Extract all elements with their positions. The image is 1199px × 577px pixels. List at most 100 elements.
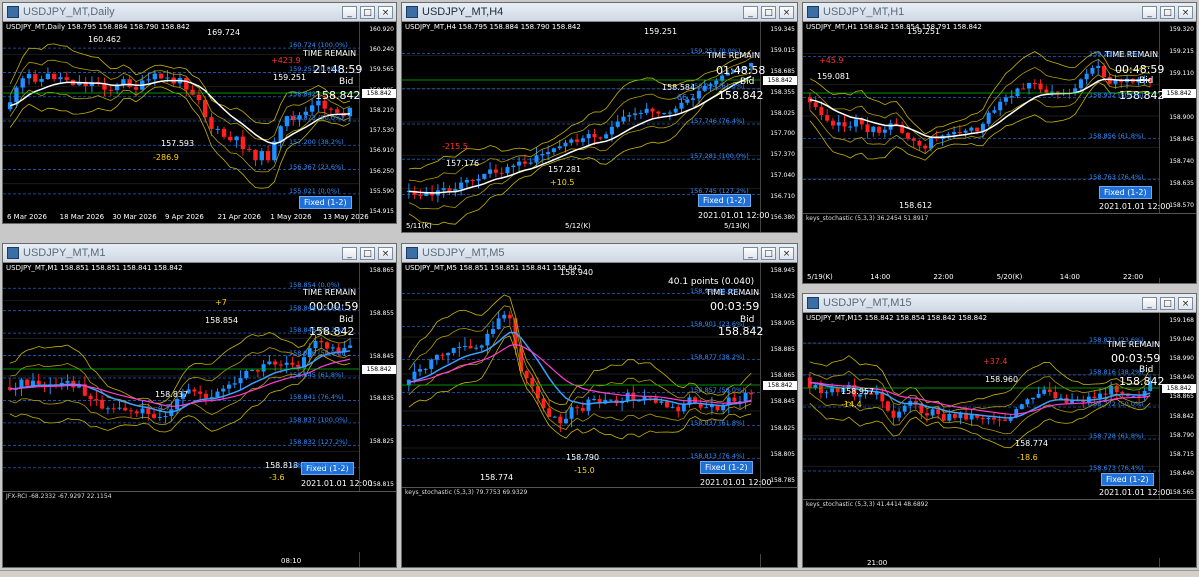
indicator-subwindow[interactable]: keys_stochastic (5,3,3) 79.7753 69.9329 [402, 487, 797, 554]
fixed-button[interactable]: Fixed (1-2) [700, 461, 753, 474]
candle-body [511, 165, 516, 168]
price-tick: 158.865 [369, 267, 394, 274]
title-bar[interactable]: USDJPY_MT,H4 _ □ × [402, 3, 797, 22]
price-tick: 158.715 [1169, 450, 1194, 458]
bid-label: Bid [339, 315, 354, 325]
fixed-button[interactable]: Fixed (1-2) [1101, 473, 1154, 486]
time-axis-label: 18 Mar 2026 [59, 213, 105, 221]
price-tick: 156.710 [770, 193, 795, 201]
chart-window-m1[interactable]: USDJPY_MT,M1 _ □ × USDJPY_MT,M1 158.851 … [2, 243, 397, 568]
fixed-button[interactable]: Fixed (1-2) [299, 196, 352, 209]
candle-body [140, 408, 145, 414]
maximize-button[interactable]: □ [360, 5, 375, 19]
maximize-button[interactable]: □ [360, 246, 375, 260]
minimize-button[interactable]: _ [743, 5, 758, 19]
minimize-button[interactable]: _ [342, 246, 357, 260]
fixed-button[interactable]: Fixed (1-2) [1099, 186, 1152, 199]
title-bar[interactable]: USDJPY_MT,H1 _ □ × [803, 3, 1196, 22]
chart-area[interactable]: USDJPY_MT,H4 158.795 158.884 158.790 158… [402, 22, 797, 232]
minimize-button[interactable]: _ [342, 5, 357, 19]
price-tick: 156.910 [369, 147, 394, 155]
time-axis-label: 5/11(K) [406, 222, 432, 230]
candle-body [830, 120, 835, 126]
time-remain: 00:03:59 [710, 300, 760, 313]
candle-body [423, 368, 428, 370]
fib-level-label: 158.854 (0.0%) [289, 281, 340, 290]
candle-body [128, 410, 134, 412]
chart-area[interactable]: USDJPY_MT,Daily 158.795 158.884 158.790 … [3, 22, 396, 223]
candle-body [491, 329, 495, 334]
time-remain-label: TIME REMAIN [303, 288, 357, 297]
close-button[interactable]: × [1178, 296, 1193, 310]
fib-level-label: 157.281 (100.0%) [690, 152, 749, 161]
close-button[interactable]: × [378, 5, 393, 19]
candle-body [117, 407, 122, 409]
timestamp: 2021.01.01 12:00 [698, 211, 770, 220]
candle-body [111, 408, 116, 410]
chart-window-h1[interactable]: USDJPY_MT,H1 _ □ × USDJPY_MT,H1 158.842 … [802, 2, 1197, 284]
candle-body [440, 354, 445, 356]
maximize-button[interactable]: □ [1160, 5, 1175, 19]
candle-body [902, 405, 907, 412]
chart-area[interactable]: USDJPY_MT,M15 158.842 158.854 158.842 15… [803, 313, 1196, 567]
indicator-subwindow[interactable]: keys_stochastic (5,3,3) 41.4414 48.6892 [803, 499, 1196, 558]
chart-area[interactable]: USDJPY_MT,H1 158.842 158.854 158.791 158… [803, 22, 1196, 283]
chart-window-m15[interactable]: USDJPY_MT,M15 _ □ × USDJPY_MT,M15 158.84… [802, 293, 1197, 568]
candle-body [412, 371, 417, 380]
close-button[interactable]: × [1178, 5, 1193, 19]
maximize-button[interactable]: □ [761, 5, 776, 19]
candle-body [564, 418, 568, 424]
close-button[interactable]: × [378, 246, 393, 260]
chart-window-h4[interactable]: USDJPY_MT,H4 _ □ × USDJPY_MT,H4 158.795 … [401, 2, 798, 233]
chart-window-daily[interactable]: USDJPY_MT,Daily _ □ × USDJPY_MT,Daily 15… [2, 2, 397, 224]
price-tick: 158.210 [369, 106, 394, 114]
chart-window-m5[interactable]: USDJPY_MT,M5 _ □ × USDJPY_MT,M5 158.851 … [401, 243, 798, 568]
candle-body [1038, 83, 1043, 90]
candle-body [462, 345, 467, 347]
fib-level-label: 158.826 (161.8%) [289, 460, 348, 469]
candle-body [464, 179, 469, 183]
candle-body [215, 391, 220, 398]
candle-body [488, 169, 493, 174]
maximize-button[interactable]: □ [1160, 296, 1175, 310]
indicator-subwindow[interactable]: keys_stochastic (5,3,3) 36.2454 51.8917 [803, 213, 1196, 278]
minimize-button[interactable]: _ [1142, 296, 1157, 310]
maximize-button[interactable]: □ [761, 246, 776, 260]
annotation: -18.6 [1017, 453, 1038, 462]
moving-average [408, 331, 752, 407]
candle-body [228, 136, 233, 141]
title-bar[interactable]: USDJPY_MT,M5 _ □ × [402, 244, 797, 263]
title-bar[interactable]: USDJPY_MT,Daily _ □ × [3, 3, 396, 22]
minimize-button[interactable]: _ [743, 246, 758, 260]
indicator-subwindow[interactable]: JFX-RCI -68.2332 -67.9297 22.1154 [3, 491, 396, 552]
price-tick: 158.825 [770, 424, 795, 432]
candle-body [158, 73, 164, 79]
price-axis[interactable]: 159.345 159.015 158.685 158.355 158.025 157.7… [760, 22, 797, 232]
minimize-button[interactable]: _ [1142, 5, 1157, 19]
annotation: -66.7 [674, 93, 695, 102]
title-bar[interactable]: USDJPY_MT,M15 _ □ × [803, 294, 1196, 313]
price-axis[interactable]: 160.920160.240159.565158.885158.210157.5… [359, 22, 396, 223]
candle-body [592, 399, 596, 401]
candle-body [507, 314, 512, 319]
candle-body [681, 404, 686, 412]
close-button[interactable]: × [779, 246, 794, 260]
window-title: USDJPY_MT,H1 [823, 6, 905, 18]
chart-area[interactable]: USDJPY_MT,M1 158.851 158.851 158.841 158… [3, 263, 396, 567]
indicator-title: keys_stochastic (5,3,3) 41.4414 48.6892 [806, 501, 929, 508]
title-bar[interactable]: USDJPY_MT,M1 _ □ × [3, 244, 396, 263]
time-label: 21:00 [867, 559, 888, 567]
annotation: -14.4 [841, 400, 862, 409]
candle-body [133, 87, 139, 90]
price-label: 159.081 [817, 72, 851, 81]
close-button[interactable]: × [779, 5, 794, 19]
fib-level-label: 157.746 (76.4%) [690, 117, 745, 125]
candle-body [335, 109, 340, 113]
chart-area[interactable]: USDJPY_MT,M5 158.851 158.851 158.841 158… [402, 263, 797, 567]
price-tick: 158.945 [770, 267, 795, 274]
candle-body [25, 379, 30, 386]
high-label: 159.251 [907, 27, 941, 36]
fixed-button[interactable]: Fixed (1-2) [698, 194, 751, 207]
candle-body [499, 172, 504, 174]
candle-body [865, 124, 870, 133]
